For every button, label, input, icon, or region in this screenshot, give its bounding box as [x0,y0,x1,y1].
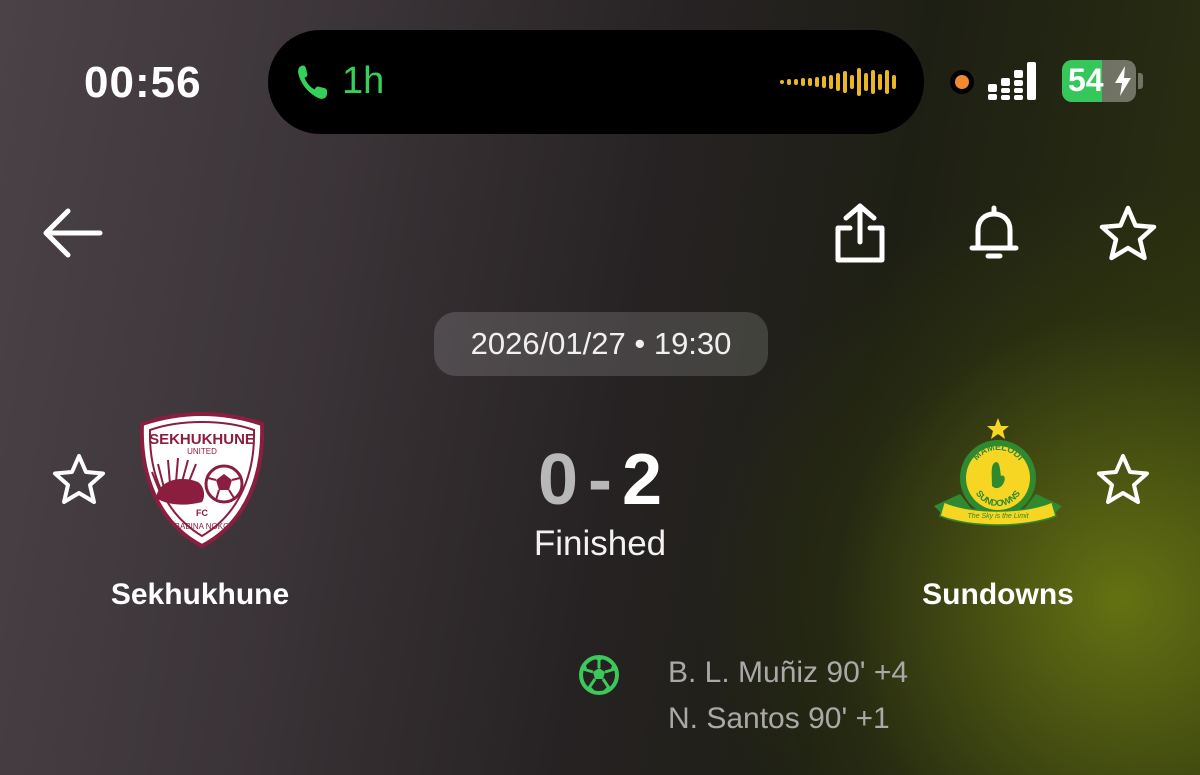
favorite-home-team-button[interactable] [50,452,108,508]
logo-text-fc: FC [196,508,208,518]
sundowns-logo[interactable]: MAMELODI SUNDOWNS The Sky is the Limit [930,416,1066,534]
logo-text-bottom: BABINA NOKO [175,522,230,531]
soccer-ball-icon [579,655,619,695]
scoreline: 0-2 [480,440,720,520]
back-button[interactable] [40,205,104,261]
sekhukhune-logo[interactable]: SEKHUKHUNE UNITED FC BABINA NOKO [138,412,266,548]
recording-indicator-icon [950,70,974,94]
share-button[interactable] [832,202,888,264]
goal-scorer-item[interactable]: B. L. Muñiz 90' +4 [668,656,908,690]
favorite-match-button[interactable] [1097,204,1159,264]
home-team-name[interactable]: Sekhukhune [70,578,330,612]
logo-text-top: SEKHUKHUNE [149,431,255,448]
battery-percent: 54 [1068,62,1104,98]
away-team-name[interactable]: Sundowns [868,578,1128,612]
audio-waveform-icon [780,66,896,98]
cellular-signal-icon [988,62,1036,100]
charging-bolt-icon [1115,66,1131,96]
status-clock: 00:56 [84,58,202,107]
call-duration: 1h [342,60,385,102]
goal-scorer-item[interactable]: N. Santos 90' +1 [668,702,890,736]
phone-icon [298,65,327,99]
match-status: Finished [533,524,667,563]
logo-banner-text: The Sky is the Limit [967,513,1029,520]
match-datetime: 2026/01/27 • 19:30 [434,312,768,376]
notification-bell-button[interactable] [966,204,1022,264]
away-score: 2 [621,440,663,520]
battery-cap [1138,73,1143,89]
battery-indicator: 54 [1062,60,1136,102]
home-score: 0 [537,440,578,520]
logo-text-sub: UNITED [187,447,217,456]
score-separator: - [588,440,612,520]
favorite-away-team-button[interactable] [1094,452,1152,508]
